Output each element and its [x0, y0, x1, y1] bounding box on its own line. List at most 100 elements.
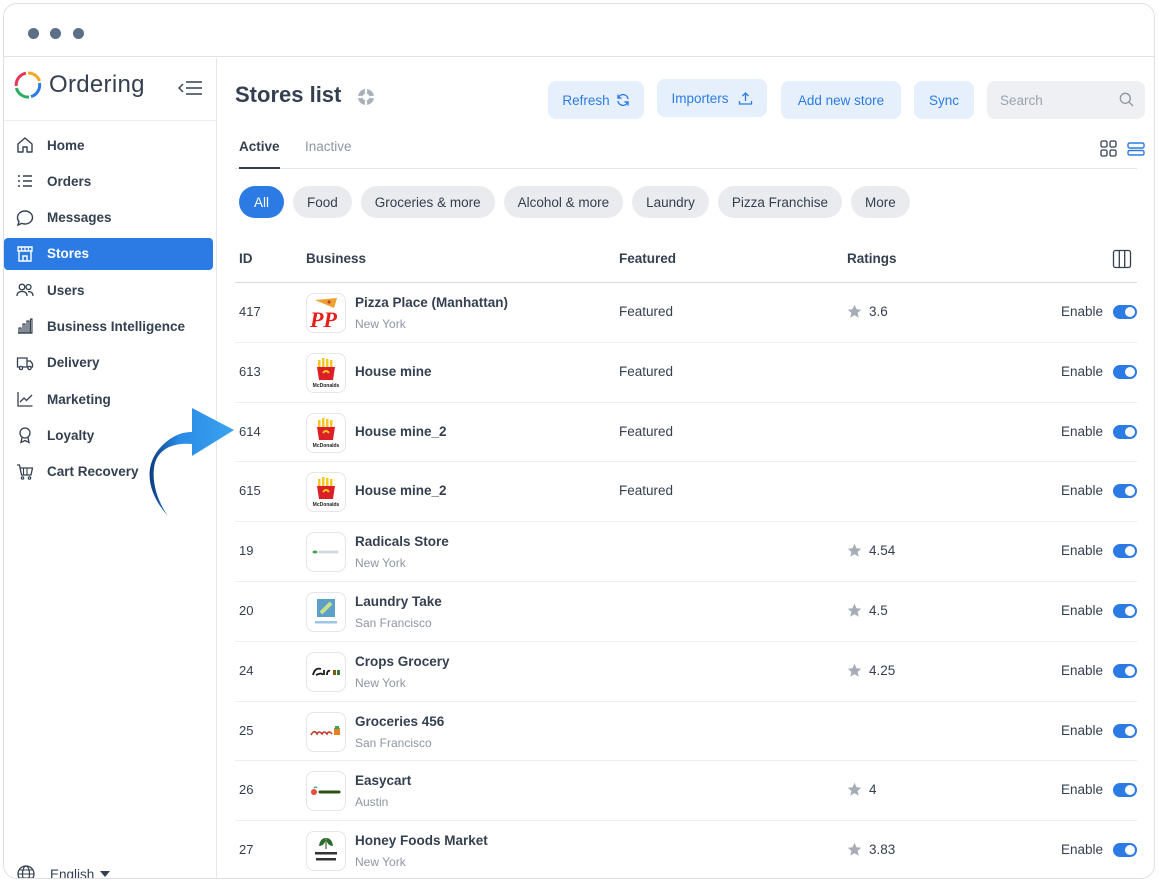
store-id: 24 — [239, 662, 254, 678]
store-rating: 4.25 — [847, 663, 895, 678]
filter-chip-more[interactable]: More — [850, 186, 910, 218]
store-rating: 4 — [847, 782, 877, 797]
search-icon[interactable] — [1119, 92, 1134, 107]
store-id: 19 — [239, 543, 254, 559]
store-city: New York — [355, 855, 406, 870]
enable-toggle[interactable] — [1113, 424, 1137, 439]
store-name: Honey Foods Market — [355, 833, 488, 849]
category-filter-chips: All Food Groceries & more Alcohol & more… — [239, 186, 919, 218]
sidebar-item-stores[interactable]: Stores — [4, 237, 213, 270]
mcdonalds-logo: McDonalds — [306, 412, 346, 453]
enable-toggle[interactable] — [1113, 305, 1137, 319]
list-view-icon[interactable] — [1127, 142, 1145, 156]
table-row[interactable]: 24 Crops Grocery New York 4.25 Enable — [235, 642, 1137, 702]
grid-view-icon[interactable] — [1100, 140, 1117, 157]
featured-label: Featured — [619, 423, 674, 439]
mcdonalds-logo: McDonalds — [306, 472, 346, 513]
filter-chip-laundry[interactable]: Laundry — [632, 186, 709, 218]
collapse-sidebar-icon[interactable] — [177, 78, 203, 98]
sidebar-item-orders[interactable]: Orders — [4, 165, 217, 197]
filter-chip-food[interactable]: Food — [293, 186, 352, 218]
table-header: ID Business Featured Ratings — [235, 240, 1137, 283]
star-icon — [847, 304, 862, 318]
column-header-featured[interactable]: Featured — [619, 251, 676, 266]
svg-text:McDonalds: McDonalds — [313, 383, 340, 389]
upload-icon — [738, 91, 752, 105]
featured-label: Featured — [619, 483, 674, 499]
refresh-icon — [616, 93, 629, 107]
enable-label: Enable — [1061, 602, 1104, 618]
sidebar-item-home[interactable]: Home — [4, 129, 217, 161]
store-name: Pizza Place (Manhattan) — [355, 295, 509, 310]
home-icon — [15, 135, 35, 155]
store-rating: 4.5 — [847, 603, 888, 618]
table-row[interactable]: 27 Honey Foods Market New York 3.83 Enab… — [235, 821, 1137, 878]
featured-label: Featured — [619, 363, 674, 379]
search-input[interactable] — [987, 81, 1117, 119]
table-row[interactable]: 417 PP Pizza Place (Manhattan) New York … — [235, 283, 1137, 343]
sidebar-item-label: Loyalty — [47, 427, 95, 443]
refresh-button[interactable]: Refresh — [548, 81, 644, 119]
enable-toggle[interactable] — [1113, 603, 1137, 618]
pizza-place-logo: PP — [306, 293, 346, 333]
enable-toggle[interactable] — [1113, 544, 1137, 559]
enable-toggle[interactable] — [1113, 663, 1137, 678]
enable-label: Enable — [1061, 543, 1104, 559]
enable-toggle[interactable] — [1113, 783, 1137, 798]
filter-chip-groceries[interactable]: Groceries & more — [360, 186, 495, 218]
enable-toggle[interactable] — [1113, 484, 1137, 499]
column-header-business[interactable]: Business — [306, 251, 366, 266]
sync-button[interactable]: Sync — [914, 81, 974, 119]
table-row[interactable]: 20 Laundry Take San Francisco 4.5 Enable — [235, 582, 1137, 642]
enable-toggle[interactable] — [1113, 723, 1137, 738]
truck-icon — [15, 353, 35, 373]
add-new-store-button[interactable]: Add new store — [781, 81, 901, 119]
table-row[interactable]: 26 Easycart Austin 4 Enable — [235, 761, 1137, 822]
sync-button-label: Sync — [928, 92, 959, 108]
store-name: Groceries 456 — [355, 713, 445, 729]
language-selector[interactable]: English — [16, 864, 111, 878]
column-header-id[interactable]: ID — [239, 251, 253, 266]
sidebar-item-messages[interactable]: Messages — [4, 202, 217, 234]
trend-line-icon — [15, 389, 35, 409]
table-row[interactable]: 613 McDonalds House mine Featured Enable — [235, 343, 1137, 403]
store-city: New York — [355, 675, 406, 690]
store-name: Crops Grocery — [355, 653, 450, 669]
refresh-button-label: Refresh — [562, 92, 610, 108]
store-id: 613 — [239, 363, 261, 379]
filter-chip-pizza-franchise[interactable]: Pizza Franchise — [717, 186, 842, 218]
enable-toggle[interactable] — [1113, 364, 1137, 379]
store-id: 26 — [239, 782, 254, 798]
table-row[interactable]: 615 McDonalds House mine_2 Featured Enab… — [235, 462, 1137, 523]
award-icon — [15, 425, 35, 445]
sidebar-item-label: Marketing — [47, 391, 111, 407]
tab-active[interactable]: Active — [239, 139, 280, 169]
importers-button[interactable]: Importers — [657, 79, 767, 117]
rating-value: 3.6 — [869, 304, 888, 319]
help-lifebuoy-icon[interactable] — [357, 88, 375, 106]
enable-label: Enable — [1061, 423, 1104, 439]
table-row[interactable]: 19 Radicals Store New York 4.54 Enable — [235, 522, 1137, 582]
mcdonalds-logo: McDonalds — [306, 352, 346, 393]
column-header-ratings[interactable]: Ratings — [847, 251, 897, 266]
globe-icon — [17, 865, 35, 878]
table-row[interactable]: 25 Groceries 456 San Francisco Enable — [235, 702, 1137, 762]
sidebar-item-delivery[interactable]: Delivery — [4, 347, 217, 379]
filter-chip-all[interactable]: All — [239, 186, 285, 218]
enable-toggle[interactable] — [1113, 843, 1137, 858]
store-city: Austin — [355, 795, 389, 810]
filter-chip-alcohol[interactable]: Alcohol & more — [503, 186, 624, 218]
search-box — [987, 81, 1145, 119]
add-store-button-label: Add new store — [797, 92, 885, 108]
window-titlebar — [4, 4, 1154, 57]
sidebar-item-business-intelligence[interactable]: Business Intelligence — [4, 310, 217, 342]
table-row[interactable]: 614 McDonalds House mine_2 Featured Enab… — [235, 403, 1137, 463]
tab-inactive[interactable]: Inactive — [305, 139, 352, 169]
importers-button-label: Importers — [671, 90, 729, 106]
sidebar-item-users[interactable]: Users — [4, 274, 217, 306]
store-rating: 4.54 — [847, 543, 895, 558]
store-id: 615 — [239, 483, 261, 499]
columns-settings-icon[interactable] — [1112, 249, 1132, 269]
store-rating: 3.83 — [847, 842, 895, 857]
sidebar-item-label: Orders — [47, 173, 92, 189]
